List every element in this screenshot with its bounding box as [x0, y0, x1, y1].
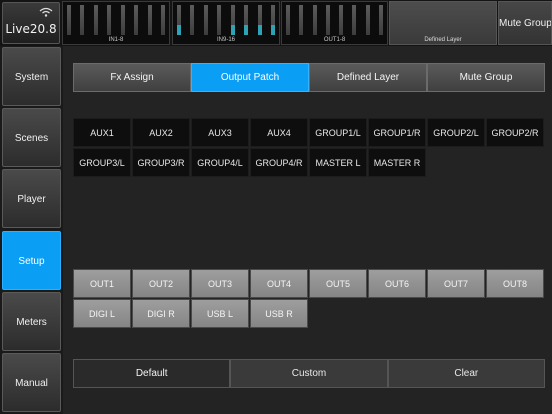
output-button-out5[interactable]: OUT5 — [309, 269, 367, 298]
default-button[interactable]: Default — [73, 359, 231, 388]
tab-output-patch[interactable]: Output Patch — [191, 63, 309, 92]
tab-fx-assign[interactable]: Fx Assign — [73, 63, 191, 92]
source-button-group2-r[interactable]: GROUP2/R — [486, 118, 544, 147]
app-logo[interactable]: Live20.8 — [2, 2, 60, 44]
tab-mute-group[interactable]: Mute Group — [427, 63, 545, 92]
output-grid: OUT1 OUT2 OUT3 OUT4 OUT5 OUT6 OUT7 OUT8 … — [73, 269, 545, 328]
output-button-usb-l[interactable]: USB L — [191, 299, 249, 328]
fader-strips — [67, 5, 165, 35]
source-button-aux2[interactable]: AUX2 — [132, 118, 190, 147]
source-button-group1-r[interactable]: GROUP1/R — [368, 118, 426, 147]
source-button-aux4[interactable]: AUX4 — [250, 118, 308, 147]
fader-group-label: IN1-8 — [108, 37, 124, 43]
sidebar: System Scenes Player Setup Meters Manual — [0, 46, 63, 414]
top-bar: Live20.8 IN1-8 IN9-16 OUT1-8 Defined Lay… — [0, 0, 552, 46]
source-button-group3-r[interactable]: GROUP3/R — [132, 148, 190, 177]
source-button-master-l[interactable]: MASTER L — [309, 148, 367, 177]
sidebar-item-scenes[interactable]: Scenes — [2, 108, 61, 167]
output-button-out1[interactable]: OUT1 — [73, 269, 131, 298]
fader-group-label: OUT1-8 — [323, 37, 346, 43]
tab-bar: Fx Assign Output Patch Defined Layer Mut… — [73, 63, 545, 92]
source-button-group1-l[interactable]: GROUP1/L — [309, 118, 367, 147]
output-button-out8[interactable]: OUT8 — [486, 269, 544, 298]
sidebar-item-player[interactable]: Player — [2, 169, 61, 228]
custom-button[interactable]: Custom — [230, 359, 388, 388]
fader-strips — [286, 5, 383, 35]
wifi-icon — [39, 7, 53, 17]
output-button-out2[interactable]: OUT2 — [132, 269, 190, 298]
sidebar-item-manual[interactable]: Manual — [2, 353, 61, 412]
source-button-aux1[interactable]: AUX1 — [73, 118, 131, 147]
sidebar-item-meters[interactable]: Meters — [2, 292, 61, 351]
mute-group-top-button[interactable]: Mute Group — [498, 1, 552, 45]
source-button-group4-l[interactable]: GROUP4/L — [191, 148, 249, 177]
output-button-out4[interactable]: OUT4 — [250, 269, 308, 298]
clear-button[interactable]: Clear — [387, 359, 545, 388]
fader-group-label: IN9-16 — [216, 37, 235, 43]
preset-bar: Default Custom Clear — [73, 359, 545, 388]
fader-group-in1-8[interactable]: IN1-8 — [62, 1, 170, 45]
defined-layer-label: Defined Layer — [424, 37, 462, 43]
sidebar-item-setup[interactable]: Setup — [2, 231, 61, 290]
output-button-out6[interactable]: OUT6 — [368, 269, 426, 298]
output-button-out3[interactable]: OUT3 — [191, 269, 249, 298]
tab-defined-layer[interactable]: Defined Layer — [309, 63, 427, 92]
main-panel: Fx Assign Output Patch Defined Layer Mut… — [63, 46, 552, 414]
source-grid: AUX1 AUX2 AUX3 AUX4 GROUP1/L GROUP1/R GR… — [73, 118, 545, 177]
source-button-master-r[interactable]: MASTER R — [368, 148, 426, 177]
logo-text: Live20.8 — [5, 22, 57, 36]
source-button-group3-l[interactable]: GROUP3/L — [73, 148, 131, 177]
output-button-digi-r[interactable]: DIGI R — [132, 299, 190, 328]
output-button-digi-l[interactable]: DIGI L — [73, 299, 131, 328]
source-button-group4-r[interactable]: GROUP4/R — [250, 148, 308, 177]
source-button-group2-l[interactable]: GROUP2/L — [427, 118, 485, 147]
sidebar-item-system[interactable]: System — [2, 47, 61, 106]
defined-layer-button[interactable]: Defined Layer — [389, 1, 497, 45]
fader-group-in9-16[interactable]: IN9-16 — [172, 1, 280, 45]
fader-strips — [177, 5, 275, 35]
source-button-aux3[interactable]: AUX3 — [191, 118, 249, 147]
output-button-out7[interactable]: OUT7 — [427, 269, 485, 298]
output-button-usb-r[interactable]: USB R — [250, 299, 308, 328]
fader-group-out1-8[interactable]: OUT1-8 — [281, 1, 388, 45]
